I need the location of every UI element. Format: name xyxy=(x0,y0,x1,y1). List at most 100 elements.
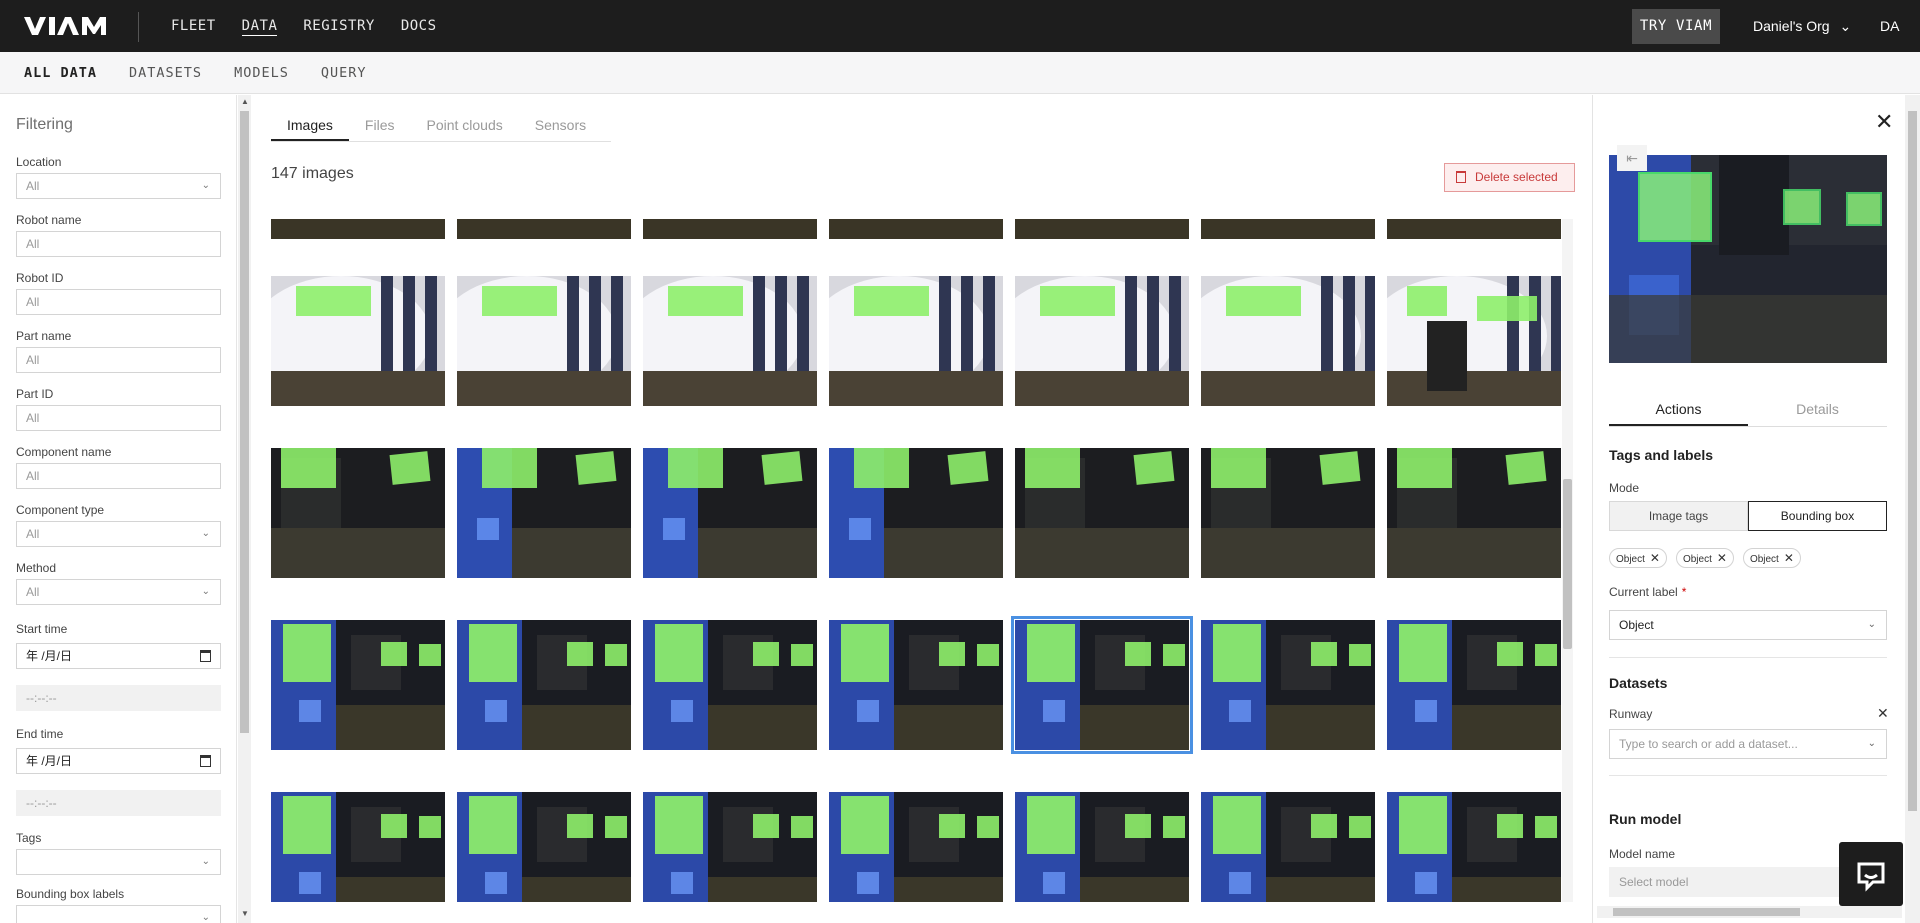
tab-point-clouds[interactable]: Point clouds xyxy=(410,110,518,141)
image-thumbnail[interactable] xyxy=(829,620,1003,750)
image-thumbnail[interactable] xyxy=(1015,792,1189,902)
image-thumbnail[interactable] xyxy=(1387,620,1561,750)
grid-scrollbar[interactable] xyxy=(1562,219,1573,902)
end-date-input[interactable]: 年 /月/日 xyxy=(16,748,221,774)
scrollbar-thumb[interactable] xyxy=(240,111,249,733)
try-viam-button[interactable]: TRY VIAM xyxy=(1632,9,1720,44)
filter-scrollbar[interactable]: ▲ ▼ xyxy=(238,95,251,923)
scrollbar-thumb[interactable] xyxy=(1613,908,1800,916)
image-thumbnail[interactable] xyxy=(1387,448,1561,578)
subnav-models[interactable]: MODELS xyxy=(234,52,289,94)
image-thumbnail[interactable] xyxy=(457,219,631,239)
filter-panel: Filtering Location All ⌄ Robot name All R… xyxy=(0,95,237,923)
image-thumbnail[interactable] xyxy=(1201,448,1375,578)
viam-logo[interactable] xyxy=(24,17,107,35)
remove-icon[interactable]: ✕ xyxy=(1717,551,1727,565)
current-label-select[interactable]: Object ⌄ xyxy=(1609,610,1887,640)
start-time-input[interactable]: --:--:-- xyxy=(16,685,221,711)
image-grid xyxy=(271,219,1561,902)
nav-fleet[interactable]: FLEET xyxy=(171,0,216,52)
robot-id-label: Robot ID xyxy=(16,271,64,285)
scrollbar-thumb[interactable] xyxy=(1563,479,1572,649)
image-thumbnail[interactable] xyxy=(829,276,1003,406)
image-thumbnail[interactable] xyxy=(643,219,817,239)
method-select[interactable]: All ⌄ xyxy=(16,579,221,605)
subnav-query[interactable]: QUERY xyxy=(321,52,367,94)
image-thumbnail[interactable] xyxy=(457,276,631,406)
subnav-datasets[interactable]: DATASETS xyxy=(129,52,202,94)
image-thumbnail[interactable] xyxy=(1387,219,1561,239)
component-name-input[interactable]: All xyxy=(16,463,221,489)
end-time-input[interactable]: --:--:-- xyxy=(16,790,221,816)
tab-files[interactable]: Files xyxy=(349,110,411,141)
delete-selected-button[interactable]: Delete selected xyxy=(1444,163,1575,192)
panel-scrollbar[interactable] xyxy=(1905,95,1920,923)
nav-docs[interactable]: DOCS xyxy=(401,0,437,52)
scrollbar-thumb[interactable] xyxy=(1908,111,1917,811)
part-name-input[interactable]: All xyxy=(16,347,221,373)
scroll-down-icon[interactable]: ▼ xyxy=(241,909,249,918)
scroll-up-icon[interactable]: ▲ xyxy=(241,97,249,106)
robot-id-input[interactable]: All xyxy=(16,289,221,315)
panel-horizontal-scrollbar[interactable] xyxy=(1597,906,1902,918)
label-chips: Object ✕ Object ✕ Object ✕ xyxy=(1609,548,1801,568)
image-thumbnail[interactable] xyxy=(457,448,631,578)
chat-help-button[interactable] xyxy=(1839,842,1903,906)
image-thumbnail[interactable] xyxy=(1201,276,1375,406)
label-chip-text: Object xyxy=(1616,554,1645,565)
image-thumbnail[interactable] xyxy=(1015,219,1189,239)
remove-icon[interactable]: ✕ xyxy=(1784,551,1794,565)
image-thumbnail[interactable] xyxy=(829,792,1003,902)
org-switcher[interactable]: Daniel's Org ⌄ xyxy=(1753,0,1851,52)
tab-details[interactable]: Details xyxy=(1748,397,1887,426)
part-id-input[interactable]: All xyxy=(16,405,221,431)
image-thumbnail[interactable] xyxy=(1387,276,1561,406)
image-thumbnail[interactable] xyxy=(643,792,817,902)
location-select[interactable]: All ⌄ xyxy=(16,173,221,199)
image-thumbnail[interactable] xyxy=(1015,276,1189,406)
tags-select[interactable]: ⌄ xyxy=(16,849,221,875)
divider xyxy=(1609,657,1887,658)
image-thumbnail[interactable] xyxy=(271,276,445,406)
component-type-select[interactable]: All ⌄ xyxy=(16,521,221,547)
image-thumbnail[interactable] xyxy=(271,448,445,578)
image-thumbnail[interactable] xyxy=(1201,792,1375,902)
start-date-input[interactable]: 年 /月/日 xyxy=(16,643,221,669)
close-icon[interactable]: ✕ xyxy=(1875,109,1893,135)
image-thumbnail[interactable] xyxy=(1015,448,1189,578)
calendar-icon[interactable] xyxy=(200,650,211,662)
image-thumbnail[interactable] xyxy=(457,620,631,750)
tab-images[interactable]: Images xyxy=(271,110,349,141)
chevron-down-icon: ⌄ xyxy=(1867,738,1876,749)
tab-sensors[interactable]: Sensors xyxy=(519,110,602,141)
image-thumbnail[interactable] xyxy=(1387,792,1561,902)
image-thumbnail[interactable] xyxy=(271,219,445,239)
image-thumbnail[interactable] xyxy=(643,276,817,406)
image-thumbnail[interactable] xyxy=(829,219,1003,239)
remove-icon[interactable]: ✕ xyxy=(1650,551,1660,565)
image-thumbnail-selected[interactable] xyxy=(1011,616,1193,754)
collapse-panel-icon[interactable]: ⇤ xyxy=(1617,145,1647,171)
image-thumbnail[interactable] xyxy=(643,448,817,578)
mode-image-tags[interactable]: Image tags xyxy=(1609,501,1748,531)
nav-registry[interactable]: REGISTRY xyxy=(303,0,374,52)
image-thumbnail[interactable] xyxy=(271,620,445,750)
remove-dataset-icon[interactable]: ✕ xyxy=(1877,705,1889,722)
chevron-down-icon: ⌄ xyxy=(1839,18,1852,34)
image-thumbnail[interactable] xyxy=(829,448,1003,578)
mode-bounding-box[interactable]: Bounding box xyxy=(1748,501,1887,531)
user-avatar[interactable]: DA xyxy=(1880,0,1899,52)
bbox-labels-select[interactable]: ⌄ xyxy=(16,905,221,923)
image-thumbnail[interactable] xyxy=(271,792,445,902)
robot-name-input[interactable]: All xyxy=(16,231,221,257)
calendar-icon[interactable] xyxy=(200,755,211,767)
image-thumbnail[interactable] xyxy=(1201,219,1375,239)
subnav-all-data[interactable]: ALL DATA xyxy=(24,52,97,94)
image-thumbnail[interactable] xyxy=(1201,620,1375,750)
mode-label: Mode xyxy=(1609,481,1640,495)
image-thumbnail[interactable] xyxy=(457,792,631,902)
nav-data[interactable]: DATA xyxy=(241,0,278,52)
tab-actions[interactable]: Actions xyxy=(1609,397,1748,426)
image-thumbnail[interactable] xyxy=(643,620,817,750)
dataset-search-input[interactable]: Type to search or add a dataset... ⌄ xyxy=(1609,729,1887,759)
